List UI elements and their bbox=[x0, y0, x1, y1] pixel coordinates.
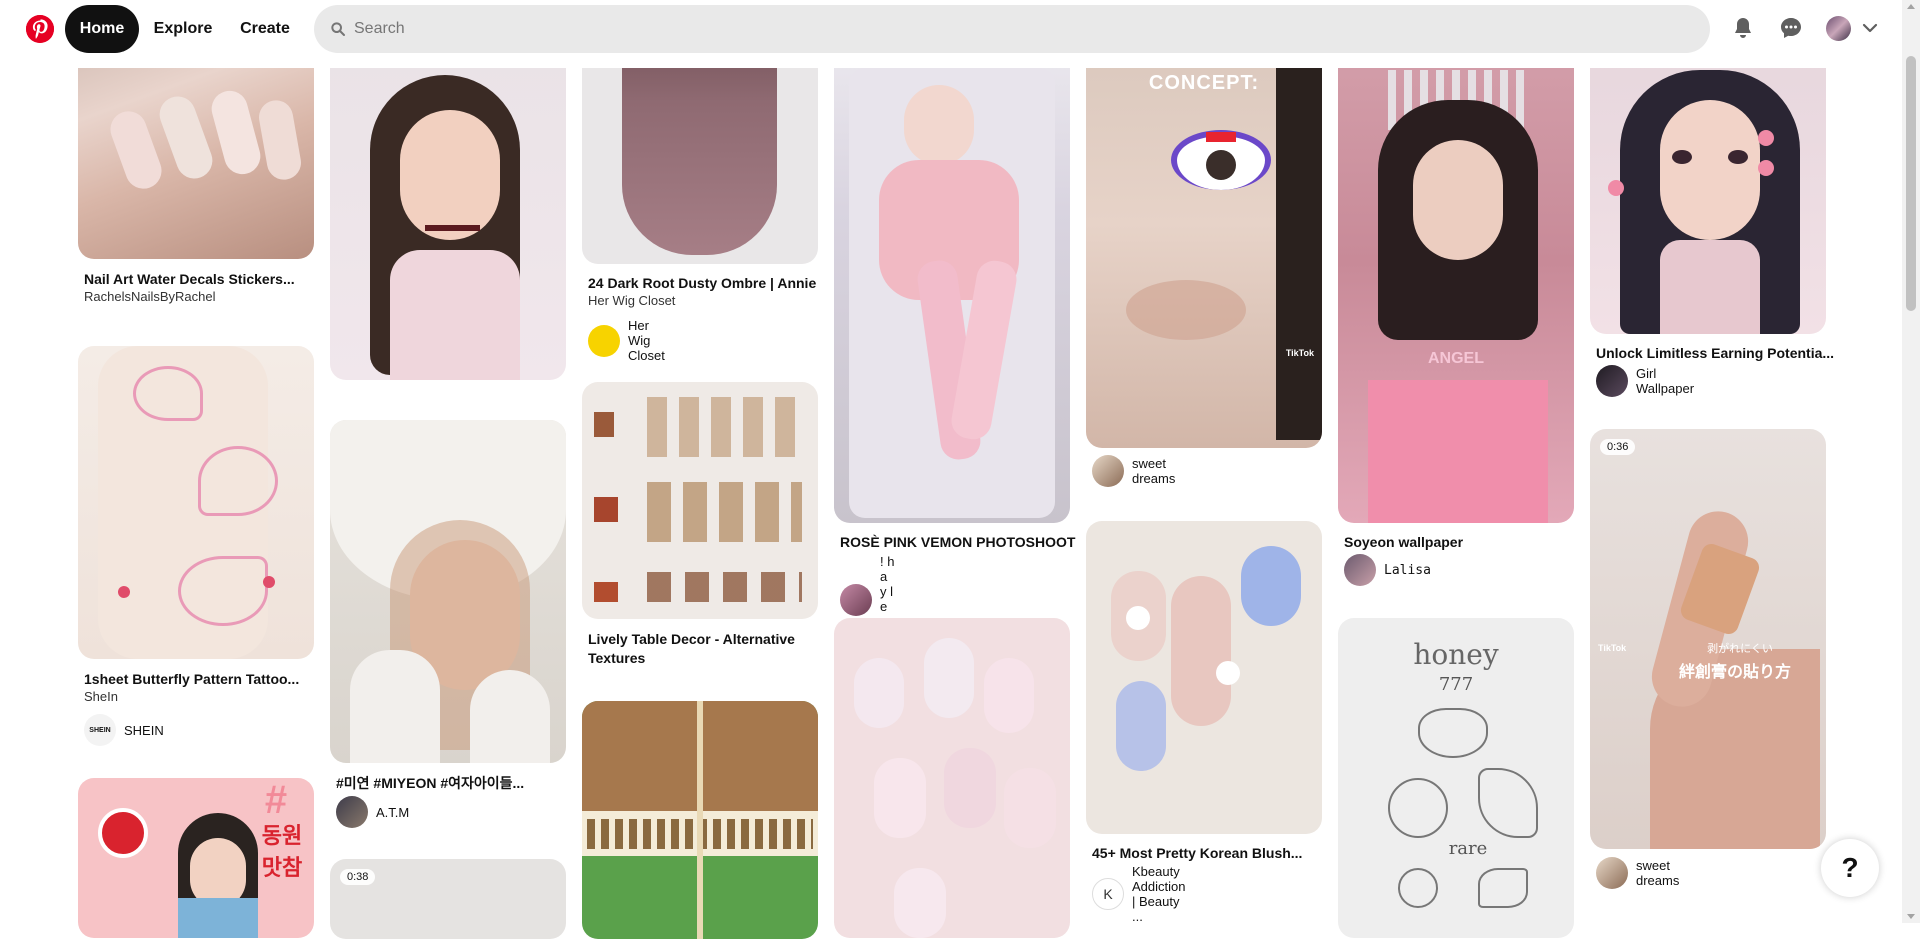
pin-image[interactable] bbox=[834, 618, 1070, 938]
pin-title[interactable]: 24 Dark Root Dusty Ombre | Annie bbox=[588, 274, 816, 292]
creator-name: Girl Wallpaper bbox=[1636, 366, 1695, 396]
pin-title[interactable]: 45+ Most Pretty Korean Blush... bbox=[1092, 844, 1318, 862]
pin-creator[interactable]: sweet dreams bbox=[1596, 857, 1679, 889]
creator-avatar: K bbox=[1092, 878, 1124, 910]
creator-name: Her Wig Closet bbox=[628, 318, 665, 363]
pin-image[interactable] bbox=[330, 420, 566, 763]
pin-subtitle: RachelsNailsByRachel bbox=[84, 289, 216, 304]
pin-overlay-text: 剥がれにくい bbox=[1707, 643, 1773, 655]
nav-create-button[interactable]: Create bbox=[230, 5, 300, 53]
creator-avatar bbox=[1596, 365, 1628, 397]
creator-name: SHEIN bbox=[124, 722, 164, 738]
pin-image[interactable]: ANGEL bbox=[1338, 0, 1574, 523]
scroll-down-arrow-icon[interactable] bbox=[1907, 914, 1915, 919]
search-icon bbox=[331, 22, 345, 36]
scrollbar-thumb[interactable] bbox=[1906, 56, 1916, 311]
video-duration-badge: 0:38 bbox=[340, 869, 376, 885]
chevron-down-icon[interactable] bbox=[1862, 20, 1878, 36]
pin-image[interactable]: # 동원 맛참 bbox=[78, 778, 314, 938]
creator-name: A.T.M bbox=[376, 804, 410, 820]
pin-image[interactable]: honey 777 rare bbox=[1338, 618, 1574, 938]
scroll-up-arrow-icon[interactable] bbox=[1907, 4, 1915, 9]
creator-avatar bbox=[1596, 857, 1628, 889]
pin-image[interactable] bbox=[582, 382, 818, 619]
pin-image[interactable]: 0:38 bbox=[330, 859, 566, 939]
pin-overlay-text: 동원 bbox=[261, 823, 303, 848]
pin-overlay-text: 맛참 bbox=[261, 855, 303, 880]
pin-creator[interactable]: SHEIN SHEIN bbox=[84, 714, 164, 746]
pin-image[interactable] bbox=[582, 701, 818, 939]
bell-icon[interactable] bbox=[1729, 14, 1757, 42]
help-button[interactable]: ? bbox=[1821, 839, 1879, 897]
creator-name: Kbeauty Addiction | Beauty ... bbox=[1132, 864, 1186, 924]
pin-title[interactable]: 1sheet Butterfly Pattern Tattoo... bbox=[84, 670, 310, 688]
tiktok-watermark: TikTok bbox=[1285, 348, 1314, 358]
pin-overlay-text: 777 bbox=[1438, 674, 1474, 695]
pin-overlay-text: honey bbox=[1413, 638, 1499, 671]
pin-title[interactable]: Lively Table Decor - Alternative bbox=[588, 630, 814, 648]
pin-subtitle: SheIn bbox=[84, 689, 118, 704]
creator-name: sweet dreams bbox=[1636, 858, 1680, 888]
pin-title[interactable]: #미연 #MIYEON #여자아이들... bbox=[336, 774, 562, 792]
creator-avatar bbox=[588, 324, 620, 357]
pin-title-line2[interactable]: Textures bbox=[588, 649, 814, 667]
pin-overlay-text: 絆創膏の貼り方 bbox=[1678, 664, 1791, 681]
pin-image[interactable]: 0:36 剥がれにくい 絆創膏の貼り方 TikTok bbox=[1590, 429, 1826, 849]
creator-avatar bbox=[1092, 455, 1124, 487]
pin-title[interactable]: Unlock Limitless Earning Potentia... bbox=[1596, 344, 1834, 362]
pin-creator[interactable]: A.T.M bbox=[336, 796, 409, 828]
page-scrollbar[interactable] bbox=[1902, 0, 1920, 923]
pin-creator[interactable]: sweet dreams bbox=[1092, 455, 1175, 487]
search-bar[interactable] bbox=[314, 5, 1710, 53]
pinterest-logo-icon[interactable] bbox=[26, 15, 54, 43]
pin-title[interactable]: Nail Art Water Decals Stickers... bbox=[84, 270, 310, 288]
pin-image[interactable] bbox=[1086, 521, 1322, 834]
pin-overlay-text: # bbox=[264, 778, 288, 822]
pin-creator[interactable]: Girl Wallpaper bbox=[1596, 365, 1694, 397]
creator-avatar bbox=[840, 583, 872, 616]
top-nav-bar: Home Explore Create bbox=[0, 0, 1902, 68]
nav-home-button[interactable]: Home bbox=[65, 5, 139, 53]
creator-avatar: SHEIN bbox=[84, 714, 116, 746]
pin-creator[interactable]: Her Wig Closet bbox=[588, 318, 665, 363]
pin-creator[interactable]: Lalisa bbox=[1344, 554, 1431, 586]
creator-name: Lalisa bbox=[1384, 562, 1431, 578]
pin-title[interactable]: ROSÈ PINK VEMON PHOTOSHOOT bbox=[840, 533, 1075, 551]
nav-explore-button[interactable]: Explore bbox=[144, 5, 222, 53]
pin-overlay-text: rare bbox=[1448, 838, 1488, 859]
pin-image[interactable] bbox=[834, 0, 1070, 523]
creator-avatar bbox=[336, 796, 368, 828]
creator-name: sweet dreams bbox=[1132, 456, 1176, 486]
search-input[interactable] bbox=[354, 5, 1710, 53]
pin-image[interactable] bbox=[78, 346, 314, 659]
pin-title[interactable]: Soyeon wallpaper bbox=[1344, 533, 1570, 551]
pin-subtitle: Her Wig Closet bbox=[588, 293, 676, 308]
tiktok-watermark: TikTok bbox=[1598, 643, 1627, 653]
creator-avatar bbox=[1344, 554, 1376, 586]
chat-bubble-icon[interactable] bbox=[1777, 14, 1805, 42]
video-duration-badge: 0:36 bbox=[1600, 439, 1636, 455]
user-avatar[interactable] bbox=[1826, 16, 1851, 41]
pin-creator[interactable]: K Kbeauty Addiction | Beauty ... bbox=[1092, 864, 1185, 924]
pin-overlay-text: ANGEL bbox=[1428, 350, 1484, 367]
